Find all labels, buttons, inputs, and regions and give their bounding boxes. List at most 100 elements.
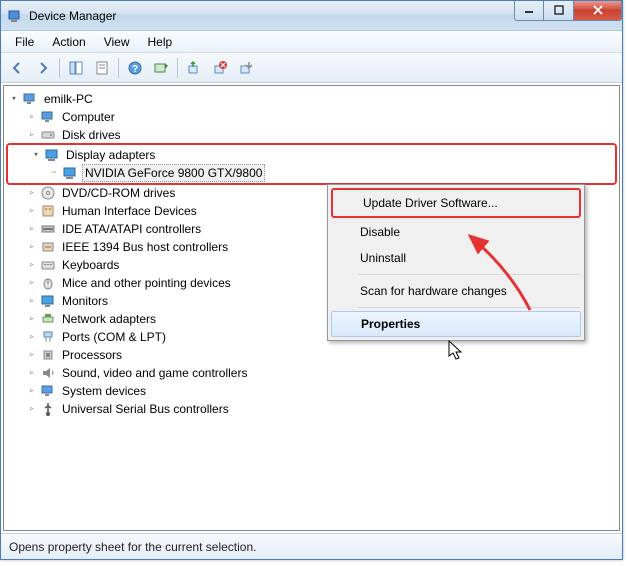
expander-icon[interactable] [24, 239, 40, 255]
category-label: Keyboards [60, 257, 121, 273]
ctx-uninstall[interactable]: Uninstall [330, 245, 582, 271]
display-adapter-icon [62, 165, 78, 181]
help-button[interactable]: ? [123, 56, 147, 80]
ctx-separator [358, 274, 580, 275]
category-label: Ports (COM & LPT) [60, 329, 168, 345]
network-icon [40, 311, 56, 327]
toolbar-separator [118, 58, 119, 78]
processor-icon [40, 347, 56, 363]
category-label: DVD/CD-ROM drives [60, 185, 177, 201]
ctx-separator [358, 307, 580, 308]
root-label: emilk-PC [42, 91, 95, 107]
tree-category[interactable]: Computer [6, 108, 617, 126]
expander-icon[interactable] [24, 365, 40, 381]
computer-category-icon [40, 109, 56, 125]
menu-help[interactable]: Help [140, 33, 181, 51]
statusbar: Opens property sheet for the current sel… [1, 533, 622, 559]
category-label: Processors [60, 347, 124, 363]
display-adapter-icon [44, 147, 60, 163]
menu-view[interactable]: View [96, 33, 138, 51]
ports-icon [40, 329, 56, 345]
tree-category-display-adapters[interactable]: Display adapters [10, 146, 613, 164]
ctx-disable[interactable]: Disable [330, 219, 582, 245]
menubar: File Action View Help [1, 31, 622, 53]
expander-icon[interactable] [24, 275, 40, 291]
sound-icon [40, 365, 56, 381]
menu-file[interactable]: File [7, 33, 42, 51]
category-label: Mice and other pointing devices [60, 275, 233, 291]
ctx-scan[interactable]: Scan for hardware changes [330, 278, 582, 304]
root-node[interactable]: emilk-PC [6, 90, 617, 108]
expander-icon[interactable] [24, 401, 40, 417]
ieee1394-icon [40, 239, 56, 255]
ide-icon [40, 221, 56, 237]
tree-device-nvidia[interactable]: ⋯ NVIDIA GeForce 9800 GTX/9800 [10, 164, 613, 182]
category-label: Sound, video and game controllers [60, 365, 249, 381]
menu-action[interactable]: Action [44, 33, 93, 51]
titlebar: Device Manager [1, 1, 622, 31]
maximize-button[interactable] [544, 1, 574, 21]
disable-button[interactable] [234, 56, 258, 80]
context-menu: Update Driver Software... Disable Uninst… [327, 184, 585, 341]
mouse-icon [40, 275, 56, 291]
forward-button[interactable] [31, 56, 55, 80]
expander-icon[interactable] [24, 127, 40, 143]
expander-icon[interactable] [24, 311, 40, 327]
status-text: Opens property sheet for the current sel… [9, 540, 256, 554]
minimize-button[interactable] [514, 1, 544, 21]
category-label: Monitors [60, 293, 110, 309]
category-label: IEEE 1394 Bus host controllers [60, 239, 230, 255]
device-label: NVIDIA GeForce 9800 GTX/9800 [82, 164, 265, 182]
category-label: IDE ATA/ATAPI controllers [60, 221, 203, 237]
close-button[interactable] [574, 1, 622, 21]
monitor-icon [40, 293, 56, 309]
tree-category[interactable]: Sound, video and game controllers [6, 364, 617, 382]
expander-icon[interactable] [24, 329, 40, 345]
disk-icon [40, 127, 56, 143]
ctx-properties[interactable]: Properties [331, 311, 581, 337]
expander-icon[interactable] [6, 91, 22, 107]
expander-icon[interactable] [28, 147, 44, 163]
category-label: Network adapters [60, 311, 158, 327]
ctx-update-driver[interactable]: Update Driver Software... [331, 188, 581, 218]
category-label: Display adapters [64, 147, 157, 163]
app-icon [7, 8, 23, 24]
window-controls [514, 1, 622, 21]
tree-category[interactable]: Universal Serial Bus controllers [6, 400, 617, 418]
tree-category[interactable]: Disk drives [6, 126, 617, 144]
tree-category[interactable]: System devices [6, 382, 617, 400]
tree-category[interactable]: Processors [6, 346, 617, 364]
expander-icon[interactable] [24, 257, 40, 273]
expander-icon[interactable] [24, 347, 40, 363]
expander-icon[interactable] [24, 203, 40, 219]
back-button[interactable] [5, 56, 29, 80]
update-driver-button[interactable] [182, 56, 206, 80]
usb-icon [40, 401, 56, 417]
expander-icon[interactable] [24, 109, 40, 125]
highlight-annotation: Display adapters ⋯ NVIDIA GeForce 9800 G… [6, 143, 617, 185]
properties-button[interactable] [90, 56, 114, 80]
expander-icon[interactable] [24, 293, 40, 309]
keyboard-icon [40, 257, 56, 273]
window-title: Device Manager [29, 9, 514, 23]
dvd-icon [40, 185, 56, 201]
expander-icon[interactable] [24, 185, 40, 201]
category-label: Computer [60, 109, 117, 125]
category-label: Human Interface Devices [60, 203, 199, 219]
system-icon [40, 383, 56, 399]
svg-text:?: ? [132, 64, 138, 75]
toolbar: ? [1, 53, 622, 83]
category-label: Disk drives [60, 127, 123, 143]
toolbar-separator [177, 58, 178, 78]
uninstall-button[interactable] [208, 56, 232, 80]
toolbar-separator [59, 58, 60, 78]
tree-line: ⋯ [46, 165, 62, 181]
computer-icon [22, 91, 38, 107]
expander-icon[interactable] [24, 221, 40, 237]
category-label: Universal Serial Bus controllers [60, 401, 231, 417]
show-hide-tree-button[interactable] [64, 56, 88, 80]
hid-icon [40, 203, 56, 219]
expander-icon[interactable] [24, 383, 40, 399]
scan-hardware-button[interactable] [149, 56, 173, 80]
category-label: System devices [60, 383, 148, 399]
